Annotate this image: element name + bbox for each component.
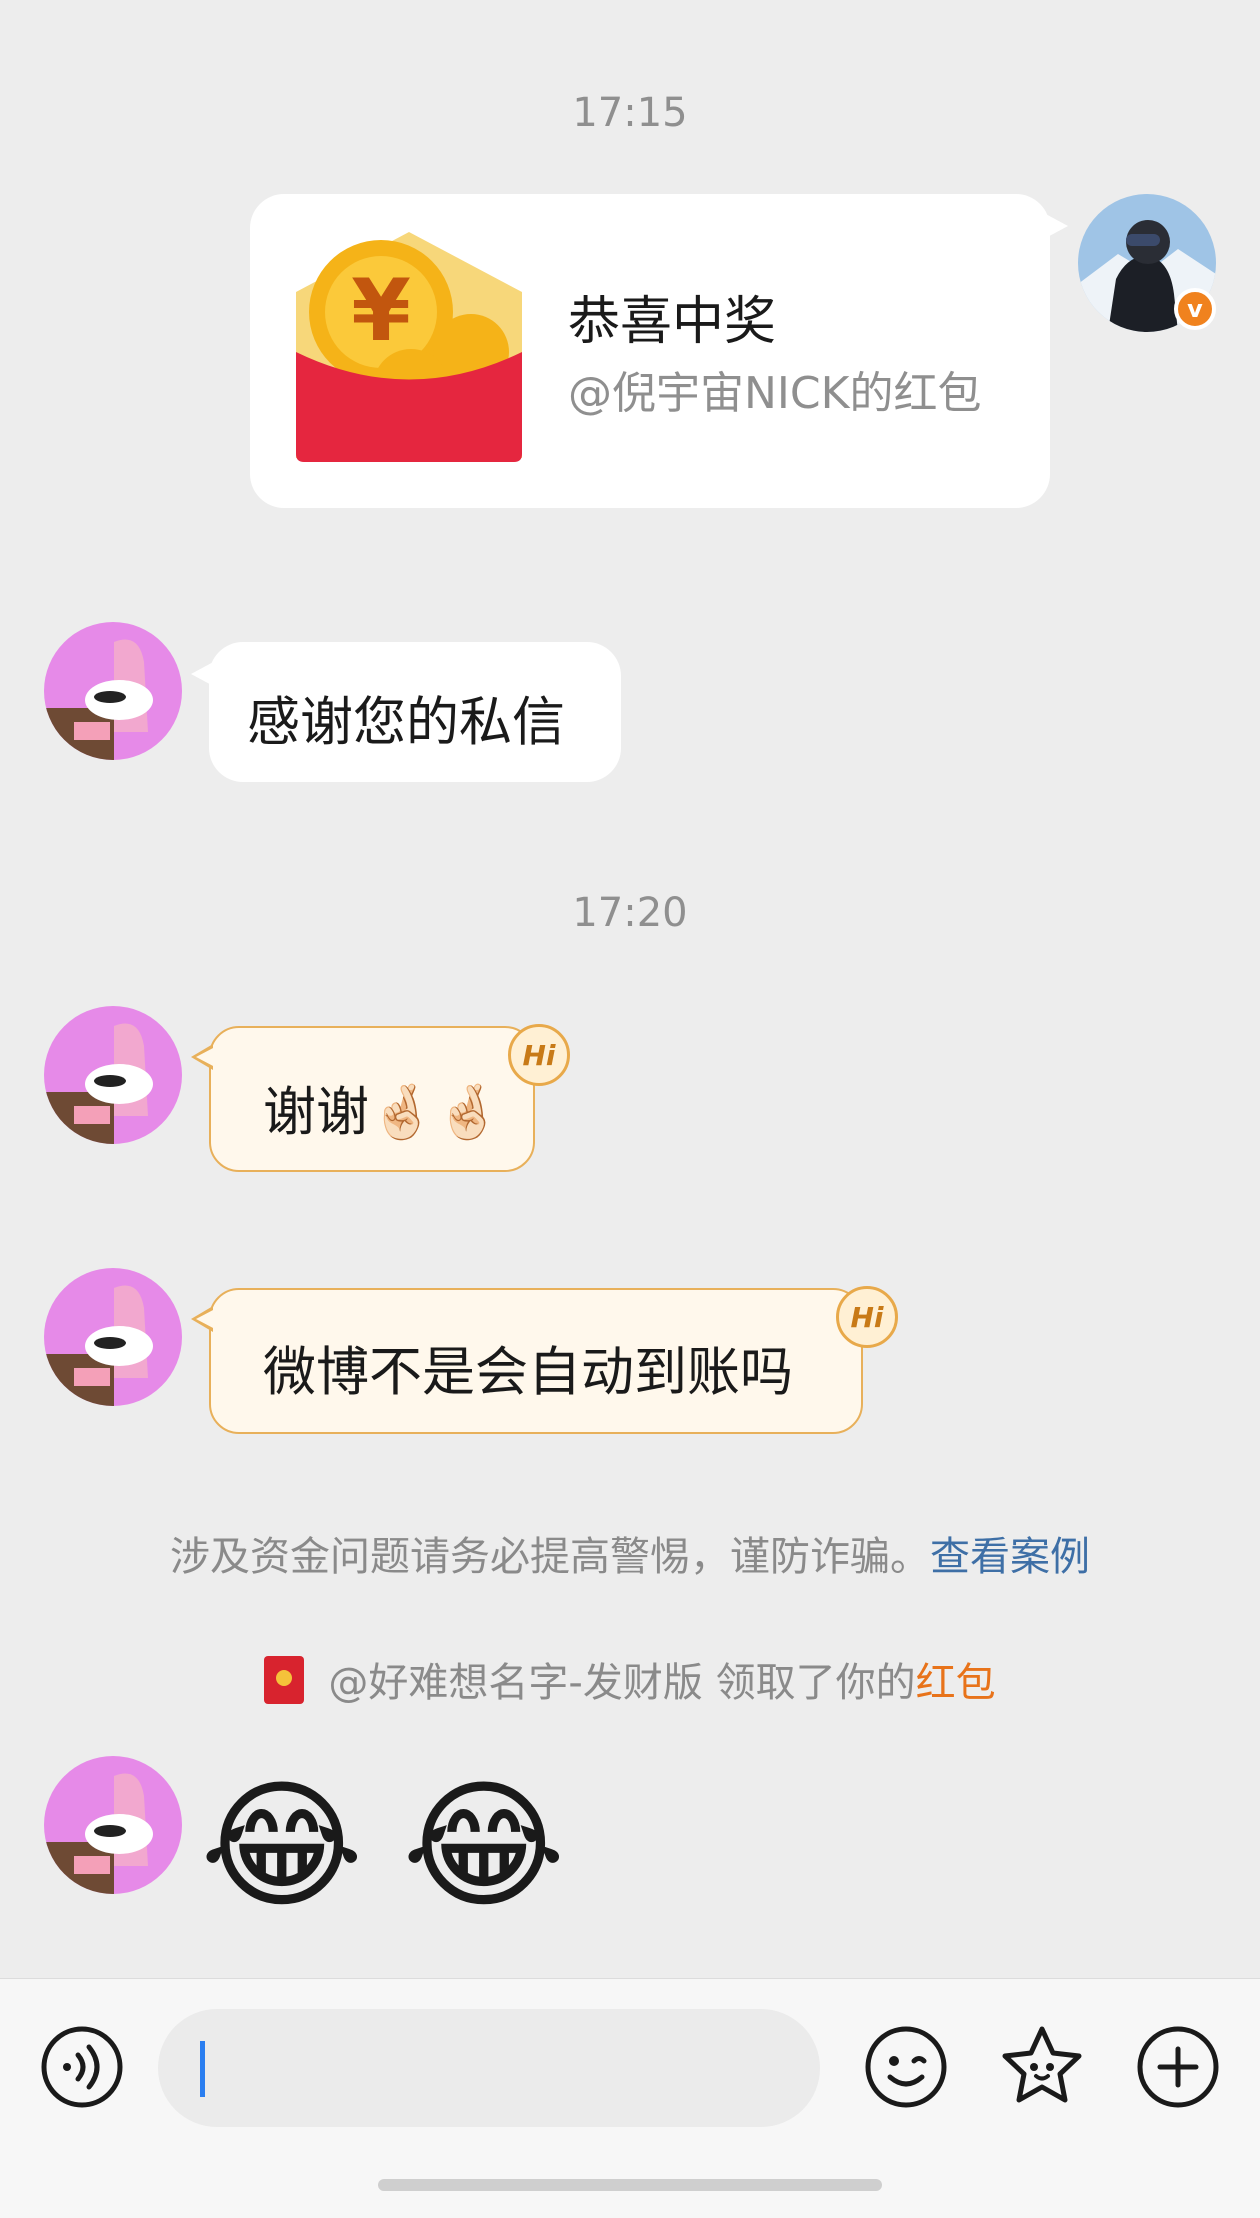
smiley-icon[interactable] — [864, 2025, 948, 2109]
contact-avatar[interactable] — [44, 1006, 182, 1144]
star-face-icon[interactable] — [998, 2023, 1086, 2111]
red-packet-subtitle: @倪宇宙NICK的红包 — [568, 368, 982, 419]
tears-of-joy-emoji: 😂 — [402, 1765, 566, 1928]
fraud-notice: 涉及资金问题请务必提高警惕，谨防诈骗。查看案例 — [0, 1524, 1260, 1582]
message-text: 微博不是会自动到账吗 — [263, 1342, 793, 1403]
contact-avatar[interactable] — [44, 1268, 182, 1406]
tears-of-joy-emoji: 😂 — [200, 1765, 364, 1928]
input-bar — [0, 1978, 1260, 2218]
contact-avatar[interactable] — [44, 1756, 182, 1894]
red-packet-link[interactable]: 红包 — [916, 1660, 996, 1706]
text-caret — [200, 2041, 205, 2097]
contact-avatar[interactable] — [44, 622, 182, 760]
home-indicator — [378, 2179, 882, 2191]
voice-icon[interactable] — [40, 2025, 124, 2109]
hi-badge-icon: Hi — [508, 1024, 570, 1086]
notice-text: 涉及资金问题请务必提高警惕，谨防诈骗。 — [170, 1534, 930, 1580]
bubble-tail-fill — [196, 1047, 215, 1067]
message-text: 感谢您的私信 — [247, 692, 565, 753]
message-bubble[interactable]: 感谢您的私信 — [191, 642, 621, 782]
plus-icon[interactable] — [1136, 2025, 1220, 2109]
svg-text:¥: ¥ — [351, 261, 411, 361]
message-bubble[interactable]: 谢谢🤞🏻🤞🏻 — [191, 1026, 535, 1172]
red-packet-title: 恭喜中奖 — [568, 292, 777, 352]
message-bubble[interactable]: 微博不是会自动到账吗 — [191, 1288, 863, 1434]
timestamp: 17:15 — [572, 90, 688, 136]
red-packet-card[interactable]: ¥ 恭喜中奖 @倪宇宙NICK的红包 — [250, 194, 1068, 508]
my-avatar[interactable]: v — [1078, 194, 1216, 332]
claim-text: @好难想名字-发财版 领取了你的 — [328, 1660, 916, 1706]
bubble-tail — [1042, 212, 1068, 240]
red-packet-claimed-notice: @好难想名字-发财版 领取了你的红包 — [0, 1650, 1260, 1708]
message-text: 谢谢🤞🏻🤞🏻 — [263, 1082, 501, 1143]
timestamp: 17:20 — [572, 890, 688, 936]
red-packet-small-icon — [264, 1656, 305, 1704]
verified-badge-icon: v — [1174, 288, 1216, 330]
bubble-tail-fill — [196, 1309, 215, 1329]
hi-badge-icon: Hi — [836, 1286, 898, 1348]
message-input[interactable] — [158, 2009, 820, 2127]
view-cases-link[interactable]: 查看案例 — [930, 1534, 1090, 1580]
bubble-tail — [191, 660, 217, 688]
emoji-message[interactable]: 😂 😂 — [200, 1762, 580, 1932]
red-packet-icon: ¥ — [286, 222, 532, 468]
